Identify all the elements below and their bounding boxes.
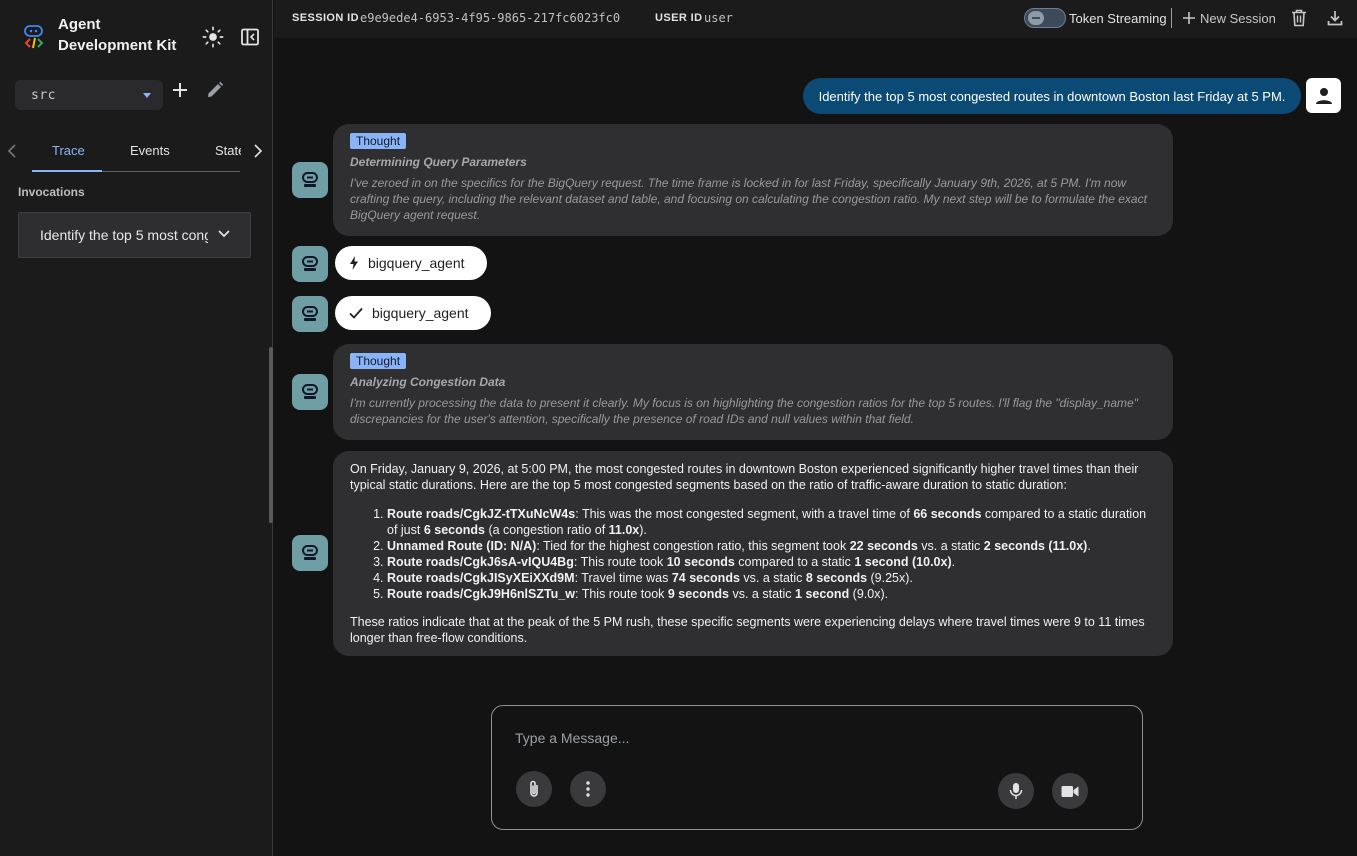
app-selector-value: src <box>31 87 56 103</box>
new-session-label: New Session <box>1200 10 1276 26</box>
tab-state[interactable]: State <box>215 143 241 158</box>
robot-icon <box>302 172 318 187</box>
thought-card: Thought Analyzing Congestion Data I'm cu… <box>333 344 1173 440</box>
pencil-icon <box>208 81 224 97</box>
thought-body: I'm currently processing the data to pre… <box>350 396 1138 426</box>
plus-icon <box>173 83 187 97</box>
toggle-knob <box>1028 11 1044 25</box>
invocations-label: Invocations <box>18 185 85 199</box>
robot-icon <box>302 545 318 560</box>
collapse-sidebar-button[interactable] <box>237 24 263 50</box>
thought-badge: Thought <box>350 353 407 369</box>
active-tab-indicator <box>32 170 102 172</box>
download-session-button[interactable] <box>1325 8 1345 28</box>
dropdown-caret-icon <box>143 93 151 98</box>
attach-button[interactable] <box>516 771 552 807</box>
tabs-scroll-right-button[interactable] <box>248 140 268 162</box>
bot-avatar <box>292 246 328 282</box>
thought-body: I've zeroed in on the specifics for the … <box>350 176 1147 222</box>
video-button[interactable] <box>1052 773 1088 809</box>
bot-avatar <box>292 162 328 198</box>
response-outro: These ratios indicate that at the peak o… <box>350 615 1145 645</box>
agent-response: On Friday, January 9, 2026, at 5:00 PM, … <box>333 451 1173 656</box>
more-vert-icon <box>586 781 590 797</box>
microphone-button[interactable] <box>998 773 1034 809</box>
download-icon <box>1327 11 1343 26</box>
user-avatar <box>1306 78 1341 113</box>
tab-events[interactable]: Events <box>130 143 170 158</box>
thought-card: Thought Determining Query Parameters I'v… <box>333 124 1173 236</box>
app-title: Agent Development Kit <box>58 16 177 54</box>
tabs-scroll-left-button[interactable] <box>2 140 22 162</box>
person-icon <box>1315 87 1332 104</box>
sidebar-scrollbar[interactable] <box>269 347 273 523</box>
message-composer <box>491 705 1143 830</box>
thought-title: Determining Query Parameters <box>350 155 527 169</box>
sidebar: Agent Development Kit src Trace Events S… <box>0 0 273 856</box>
message-input[interactable] <box>515 730 1115 746</box>
invocation-selected: Identify the top 5 most congested routes… <box>40 227 208 243</box>
token-streaming-toggle[interactable] <box>1024 8 1066 28</box>
videocam-icon <box>1061 785 1079 797</box>
bolt-icon <box>350 256 358 270</box>
add-app-button[interactable] <box>168 78 192 102</box>
user-id-value: user <box>704 11 733 25</box>
bot-avatar <box>292 535 328 571</box>
robot-icon <box>302 306 318 321</box>
user-message-bubble: Identify the top 5 most congested routes… <box>803 78 1301 114</box>
tool-result-pill[interactable]: bigquery_agent <box>335 296 491 330</box>
chevron-down-icon <box>218 230 230 238</box>
list-item: Unnamed Route (ID: N/A): Tied for the hi… <box>387 538 1156 554</box>
topbar-divider <box>1171 8 1172 28</box>
theme-toggle-button[interactable] <box>200 24 226 50</box>
more-options-button[interactable] <box>570 771 606 807</box>
route-list: Route roads/CgkJZ-tTXuNcW4s: This was th… <box>387 506 1156 602</box>
microphone-icon <box>1009 783 1023 799</box>
top-bar: SESSION ID e9e9ede4-6953-4f95-9865-217fc… <box>274 0 1357 38</box>
session-id-label: SESSION ID <box>292 12 359 24</box>
tab-trace[interactable]: Trace <box>52 143 85 158</box>
bot-avatar <box>292 296 328 332</box>
sidebar-collapse-icon <box>241 28 259 46</box>
tool-result-name: bigquery_agent <box>372 305 469 321</box>
session-id-value: e9e9ede4-6953-4f95-9865-217fc6023fc0 <box>360 11 621 25</box>
robot-icon <box>302 256 318 271</box>
token-streaming-label: Token Streaming <box>1069 11 1167 26</box>
paperclip-icon <box>530 780 538 797</box>
robot-icon <box>302 384 318 399</box>
adk-logo <box>22 24 48 50</box>
user-id-label: USER ID <box>655 12 703 24</box>
trash-icon <box>1292 9 1306 27</box>
invocations-dropdown[interactable]: Identify the top 5 most congested routes… <box>18 212 251 258</box>
chevron-left-icon <box>7 144 16 158</box>
delete-session-button[interactable] <box>1289 8 1309 28</box>
thought-badge: Thought <box>350 133 407 149</box>
thought-title: Analyzing Congestion Data <box>350 375 506 389</box>
list-item: Route roads/CgkJZ-tTXuNcW4s: This was th… <box>387 506 1156 538</box>
sidebar-tabs: Trace Events State <box>0 134 273 174</box>
list-item: Route roads/CgkJISyXEiXXd9M: Travel time… <box>387 570 1156 586</box>
new-session-button[interactable]: New Session <box>1182 8 1276 28</box>
app-selector[interactable]: src <box>15 80 163 110</box>
check-icon <box>349 307 363 319</box>
edit-app-button[interactable] <box>203 78 227 102</box>
list-item: Route roads/CgkJ6sA-vIQU4Bg: This route … <box>387 554 1156 570</box>
tool-call-name: bigquery_agent <box>368 255 465 271</box>
sun-icon <box>202 26 224 48</box>
list-item: Route roads/CgkJ9H6nlSZTu_w: This route … <box>387 586 1156 602</box>
response-intro: On Friday, January 9, 2026, at 5:00 PM, … <box>350 462 1139 492</box>
tool-call-pill[interactable]: bigquery_agent <box>335 246 487 280</box>
bot-avatar <box>292 374 328 410</box>
chevron-right-icon <box>254 144 263 158</box>
plus-icon <box>1183 12 1195 24</box>
